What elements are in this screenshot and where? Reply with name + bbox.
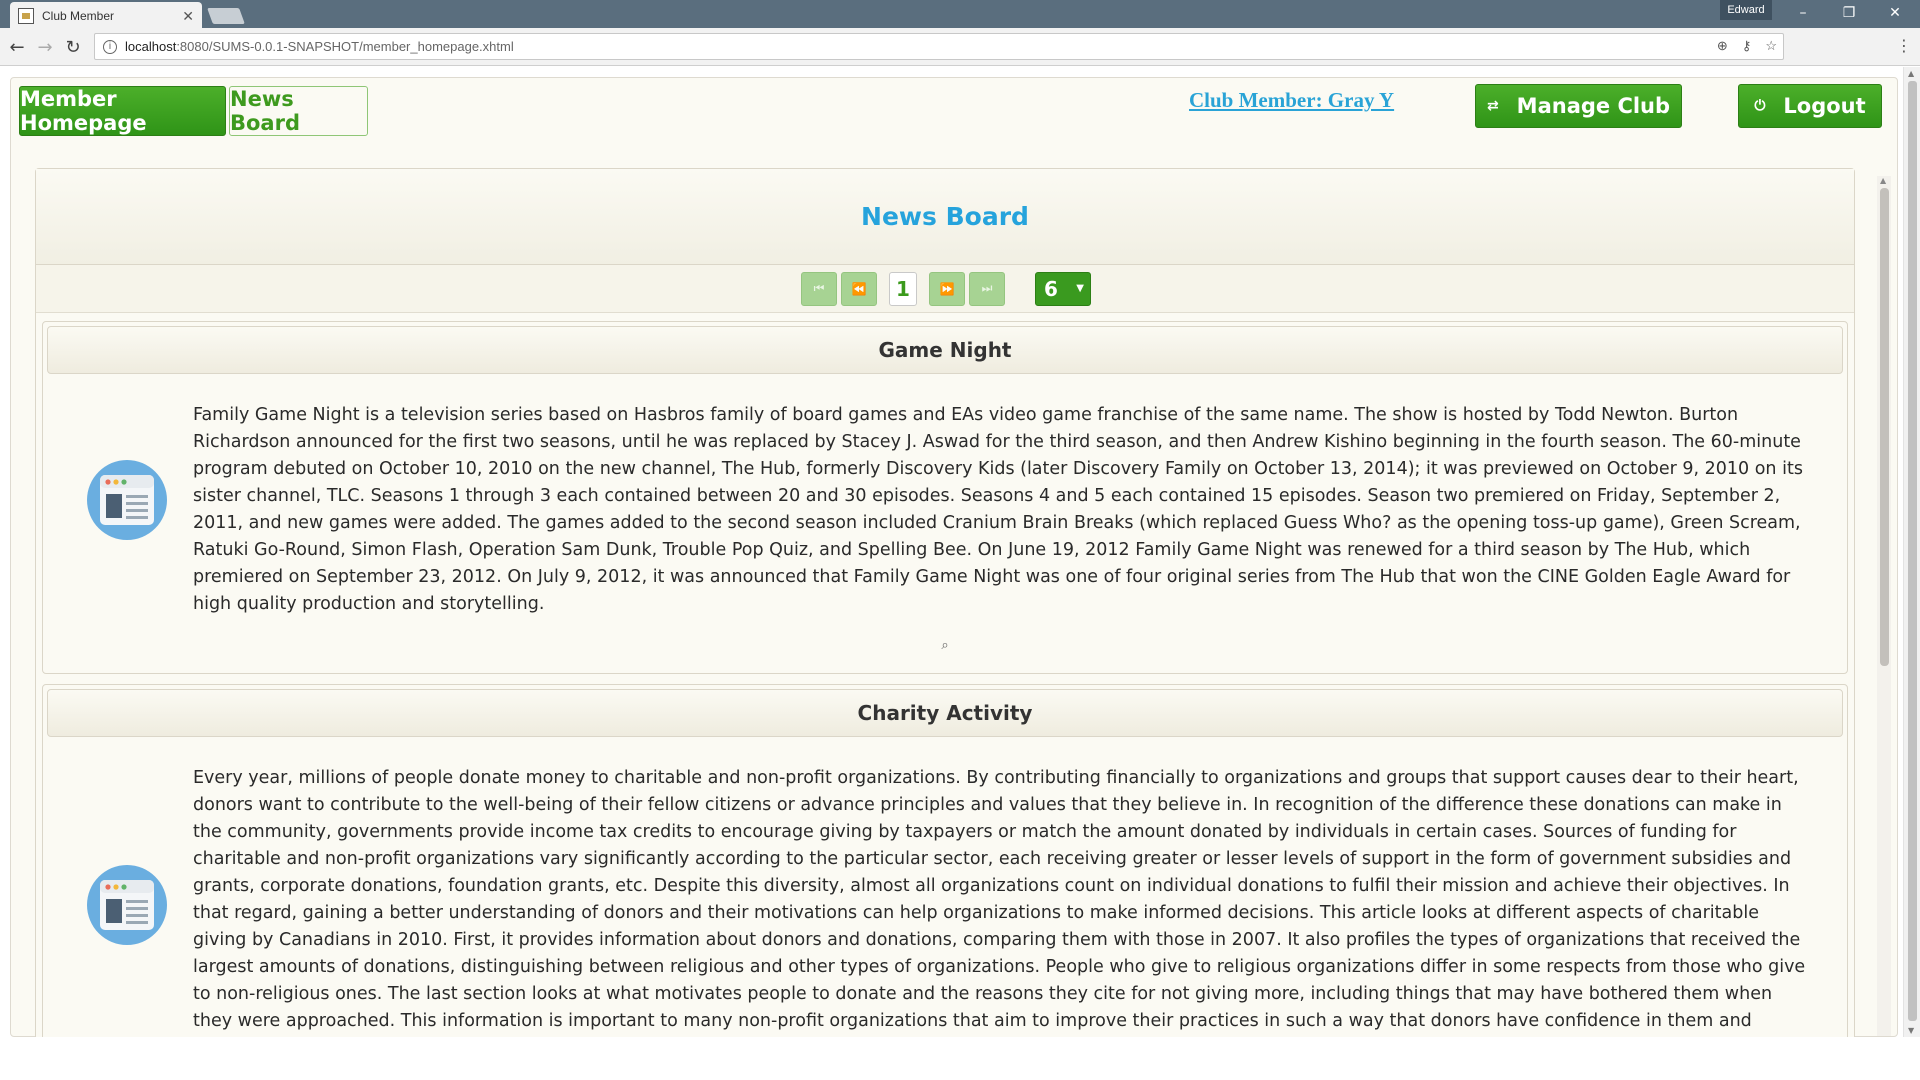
next-page-icon[interactable]: ⏩ (929, 271, 965, 306)
zoom-icon[interactable]: ⊕ (1717, 38, 1728, 54)
browser-tab[interactable]: Club Member ✕ (10, 2, 202, 30)
news-board-panel: News Board ⏮ ⏪ 1 ⏩ ⏭ 6 ▼ Game Night Fami… (35, 168, 1855, 1037)
new-tab-button[interactable] (207, 8, 245, 24)
favicon-icon (18, 8, 34, 24)
scroll-down-icon[interactable]: ▼ (1908, 1026, 1914, 1035)
news-title: Game Night (47, 326, 1843, 374)
restore-icon[interactable]: ❐ (1826, 0, 1872, 26)
newspaper-icon (87, 865, 167, 945)
newspaper-icon (87, 460, 167, 540)
manage-club-button[interactable]: ⇄ Manage Club (1475, 84, 1682, 128)
browser-menu-icon[interactable]: ⋮ (1896, 36, 1912, 55)
member-homepage-button[interactable]: Member Homepage (19, 86, 226, 136)
address-bar[interactable]: i localhost :8080/SUMS-0.0.1-SNAPSHOT/me… (94, 33, 1784, 60)
forward-icon[interactable]: → (34, 36, 56, 58)
news-title: Charity Activity (47, 689, 1843, 737)
page-viewport: Member Homepage News Board Club Member: … (0, 67, 1920, 1037)
rows-per-page-select[interactable]: 6 ▼ (1035, 271, 1091, 306)
power-icon: ⏻ (1754, 98, 1766, 114)
tab-close-icon[interactable]: ✕ (182, 8, 194, 25)
news-list: Game Night Family Game Night is a televi… (42, 321, 1848, 1037)
url-path: :8080/SUMS-0.0.1-SNAPSHOT/member_homepag… (176, 39, 514, 54)
close-window-icon[interactable]: ✕ (1872, 0, 1918, 26)
news-board-title: News Board (861, 202, 1029, 231)
logout-button[interactable]: ⏻ Logout (1738, 84, 1882, 128)
first-page-icon[interactable]: ⏮ (801, 271, 837, 306)
window-scrollbar-thumb[interactable] (1908, 81, 1917, 1021)
scroll-up-icon[interactable]: ▲ (1880, 176, 1886, 185)
last-page-icon[interactable]: ⏭ (969, 271, 1005, 306)
logout-label: Logout (1783, 94, 1866, 118)
news-body-text: Every year, millions of people donate mo… (193, 768, 1806, 1031)
news-card: Charity Activity Every year, millions of… (42, 684, 1848, 1037)
tab-title: Club Member (42, 9, 115, 23)
news-body-container: Family Game Night is a television series… (47, 374, 1843, 628)
news-body-text: Family Game Night is a television series… (193, 405, 1803, 614)
rows-per-page-value: 6 (1044, 276, 1058, 301)
exchange-icon: ⇄ (1486, 98, 1499, 114)
key-icon[interactable]: ⚷ (1742, 38, 1752, 54)
news-board-tab[interactable]: News Board (229, 86, 368, 136)
prev-page-icon[interactable]: ⏪ (841, 271, 877, 306)
panel-scrollbar[interactable]: ▲ (1877, 176, 1891, 1036)
news-board-header: News Board (36, 169, 1854, 265)
news-board-tab-label: News Board (230, 87, 300, 135)
manage-club-label: Manage Club (1516, 94, 1671, 118)
chevron-down-icon: ▼ (1076, 283, 1084, 294)
browser-toolbar: ← → ↻ i localhost :8080/SUMS-0.0.1-SNAPS… (0, 28, 1920, 66)
panel-scrollbar-thumb[interactable] (1880, 188, 1889, 666)
news-body-container: Every year, millions of people donate mo… (47, 737, 1843, 1037)
reload-icon[interactable]: ↻ (62, 36, 84, 58)
browser-titlebar: Club Member ✕ Edward – ❐ ✕ (0, 0, 1920, 30)
info-icon[interactable]: i (103, 39, 117, 54)
url-host: localhost (125, 39, 177, 54)
window-scrollbar[interactable]: ▲ ▼ (1903, 67, 1920, 1037)
current-page-button[interactable]: 1 (889, 271, 917, 306)
minimize-icon[interactable]: – (1780, 0, 1826, 26)
back-icon[interactable]: ← (6, 36, 28, 58)
scroll-up-icon[interactable]: ▲ (1908, 69, 1914, 78)
member-homepage-label: Member Homepage (20, 87, 147, 135)
club-member-link[interactable]: Club Member: Gray Y (1189, 88, 1394, 113)
bookmark-star-icon[interactable]: ☆ (1765, 38, 1777, 54)
news-card: Game Night Family Game Night is a televi… (42, 321, 1848, 674)
app-container: Member Homepage News Board Club Member: … (10, 77, 1898, 1037)
paginator: ⏮ ⏪ 1 ⏩ ⏭ 6 ▼ (36, 265, 1854, 313)
magnifier-icon[interactable]: ⌕ (47, 628, 1843, 669)
profile-badge[interactable]: Edward (1720, 0, 1772, 20)
